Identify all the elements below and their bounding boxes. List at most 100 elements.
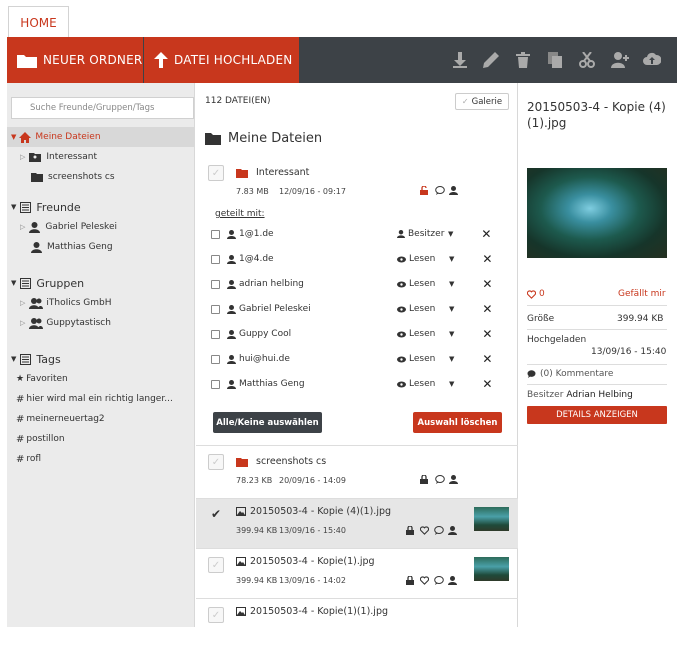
file-count: 112 DATEI(EN) (205, 96, 271, 106)
share-checkbox[interactable] (211, 354, 220, 364)
share-checkbox[interactable] (211, 304, 220, 314)
add-user-icon[interactable] (611, 52, 629, 68)
folder-title: screenshots cs (236, 456, 326, 467)
share-checkbox[interactable] (211, 229, 220, 239)
lock-icon[interactable] (406, 576, 414, 585)
share-role-select[interactable]: Lesen (409, 354, 449, 364)
sidebar-item-friend[interactable]: Matthias Geng (7, 237, 195, 257)
heart-icon[interactable] (420, 526, 429, 535)
file-row[interactable]: ✓ 20150503-4 - Kopie(1).jpg 399.94 KB 13… (196, 548, 518, 598)
share-role-select[interactable]: Lesen (409, 254, 449, 264)
delete-selection-button[interactable]: Auswahl löschen (413, 412, 502, 433)
checked-icon[interactable]: ✔ (211, 507, 221, 521)
file-row[interactable]: ✓ 20150503-4 - Kopie(1)(1).jpg (196, 598, 518, 648)
folder-date: 20/09/16 - 14:09 (279, 476, 346, 485)
caret-down-icon: ▼ (449, 280, 455, 288)
gallery-label: Galerie (471, 96, 503, 107)
user-icon (227, 354, 236, 364)
share-checkbox[interactable] (211, 254, 220, 264)
unlock-icon[interactable] (420, 186, 428, 195)
remove-share-button[interactable]: ✕ (482, 277, 492, 291)
remove-share-button[interactable]: ✕ (482, 302, 492, 316)
share-role-select[interactable]: Lesen (409, 304, 449, 314)
details-button[interactable]: DETAILS ANZEIGEN (527, 406, 667, 424)
sidebar-item-folder-screenshots[interactable]: screenshots cs (7, 167, 195, 187)
folder-size: 78.23 KB (236, 476, 273, 485)
comments-link[interactable]: (0) Kommentare (527, 369, 613, 379)
sidebar-item-my-files[interactable]: ▼ Meine Dateien (7, 127, 195, 147)
row-checkbox[interactable]: ✓ (208, 454, 224, 470)
download-icon[interactable] (453, 52, 469, 68)
file-date: 13/09/16 - 15:40 (279, 526, 346, 535)
row-checkbox[interactable]: ✓ (208, 165, 224, 181)
sidebar-header-friends[interactable]: ▼ Freunde (7, 197, 195, 217)
file-thumbnail[interactable] (474, 557, 509, 581)
heart-icon[interactable] (420, 576, 429, 585)
gallery-button[interactable]: ✓ Galerie (455, 93, 509, 110)
lock-icon[interactable] (406, 526, 414, 535)
lock-icon[interactable] (420, 475, 428, 484)
comment-icon[interactable] (434, 576, 444, 585)
user-icon[interactable] (449, 186, 458, 195)
check-icon: ✓ (461, 97, 469, 106)
sidebar-item-friend[interactable]: ▷ Gabriel Peleskei (7, 217, 195, 237)
detail-image[interactable] (527, 168, 667, 258)
search-input[interactable]: Suche Freunde/Gruppen/Tags (11, 97, 194, 119)
like-button[interactable]: Gefällt mir (618, 289, 666, 299)
like-count[interactable]: 0 (527, 289, 545, 299)
list-icon (20, 201, 32, 213)
comment-icon[interactable] (435, 475, 445, 484)
share-checkbox[interactable] (211, 279, 220, 289)
sidebar-item-group[interactable]: ▷ Guppytastisch (7, 313, 195, 333)
pencil-icon[interactable] (483, 52, 499, 68)
tab-home[interactable]: HOME (8, 6, 69, 38)
user-icon[interactable] (448, 576, 457, 585)
copy-icon[interactable] (548, 52, 564, 68)
new-folder-button[interactable]: NEUER ORDNER (7, 37, 143, 83)
sidebar-header-groups[interactable]: ▼ Gruppen (7, 273, 195, 293)
remove-share-button[interactable]: ✕ (481, 227, 491, 241)
folder-row-screenshots[interactable]: ✓ screenshots cs 78.23 KB 20/09/16 - 14:… (196, 445, 518, 495)
sidebar-item-tag[interactable]: # hier wird mal ein richtig langer... (7, 389, 195, 409)
share-checkbox[interactable] (211, 329, 220, 339)
sidebar-item-tag[interactable]: # meinerneuertag2 (7, 409, 195, 429)
sidebar-item-label: Interessant (46, 152, 97, 162)
share-role-select[interactable]: Lesen (409, 329, 449, 339)
share-role-select[interactable]: Besitzer (408, 229, 448, 239)
file-title: 20150503-4 - Kopie(1).jpg (236, 556, 375, 567)
remove-share-button[interactable]: ✕ (482, 352, 492, 366)
upload-button[interactable]: DATEI HOCHLADEN (144, 37, 299, 83)
file-thumbnail[interactable] (474, 507, 509, 531)
sidebar-item-tag[interactable]: ★ Favoriten (7, 369, 195, 389)
cloud-upload-icon[interactable] (643, 52, 661, 68)
remove-share-button[interactable]: ✕ (482, 252, 492, 266)
row-checkbox[interactable]: ✓ (208, 607, 224, 623)
folder-row-interessant[interactable]: Interessant (236, 167, 309, 178)
comment-icon[interactable] (435, 186, 445, 195)
share-name: Gabriel Peleskei (239, 304, 311, 314)
sidebar-item-tag[interactable]: # postillon (7, 429, 195, 449)
remove-share-button[interactable]: ✕ (482, 327, 492, 341)
share-role-select[interactable]: Lesen (409, 379, 449, 389)
sidebar-item-label: Guppytastisch (46, 318, 111, 328)
remove-share-button[interactable]: ✕ (482, 377, 492, 391)
divider (527, 305, 667, 306)
share-name: Matthias Geng (239, 379, 305, 389)
sidebar-header-tags[interactable]: ▼ Tags (7, 349, 195, 369)
sidebar-item-tag[interactable]: # rofl (7, 449, 195, 469)
user-icon[interactable] (449, 475, 458, 484)
scissors-icon[interactable] (579, 52, 595, 68)
user-icon[interactable] (448, 526, 457, 535)
caret-right-icon: ▷ (20, 299, 26, 307)
sidebar-item-label: Favoriten (26, 374, 68, 384)
row-checkbox[interactable]: ✓ (208, 557, 224, 573)
sidebar-item-group[interactable]: ▷ iThoIics GmbH (7, 293, 195, 313)
file-row-selected[interactable]: ✔ 20150503-4 - Kopie (4)(1).jpg 399.94 K… (196, 498, 518, 548)
share-checkbox[interactable] (211, 379, 220, 389)
select-all-button[interactable]: Alle/Keine auswählen (213, 412, 322, 433)
sidebar-item-label: Matthias Geng (47, 242, 113, 252)
comment-icon[interactable] (434, 526, 444, 535)
trash-icon[interactable] (516, 52, 532, 68)
sidebar-item-folder-interessant[interactable]: ▷ Interessant (7, 147, 195, 167)
share-role-select[interactable]: Lesen (409, 279, 449, 289)
